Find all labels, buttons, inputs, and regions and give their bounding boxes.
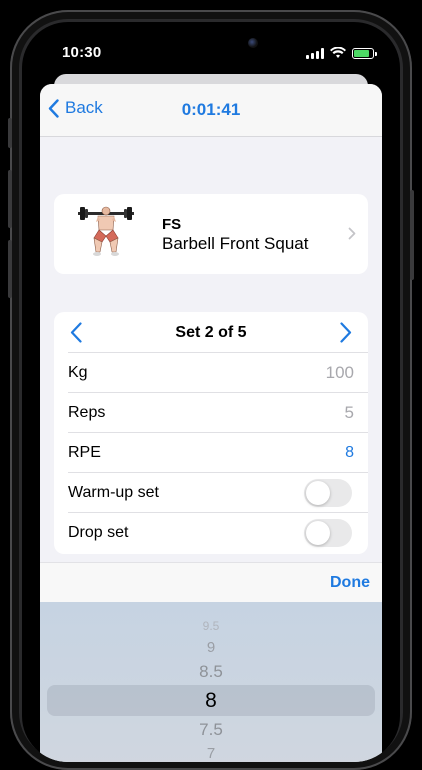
reps-row[interactable]: Reps 5 xyxy=(68,392,368,432)
picker-option[interactable]: 9.5 xyxy=(40,619,382,633)
drop-set-toggle[interactable] xyxy=(304,519,352,547)
reps-value[interactable]: 5 xyxy=(345,403,354,423)
picker-toolbar: Done xyxy=(40,562,382,603)
set-card: Set 2 of 5 Kg 100 Reps 5 RPE 8 Warm-up s… xyxy=(54,312,368,554)
exercise-name: Barbell Front Squat xyxy=(162,234,309,253)
reps-label: Reps xyxy=(68,404,106,421)
warmup-toggle[interactable] xyxy=(304,479,352,507)
wifi-icon xyxy=(330,47,346,58)
set-header: Set 2 of 5 xyxy=(54,312,368,352)
drop-set-row: Drop set xyxy=(68,512,368,552)
mute-switch xyxy=(8,118,12,148)
picker-option[interactable]: 7 xyxy=(40,745,382,762)
rpe-picker-wheel[interactable]: 9.5 9 8.5 8 7.5 7 6 xyxy=(40,602,382,762)
modal-sheet: Back 0:01:41 FS Barbell Front Squat Set … xyxy=(40,84,382,762)
done-button[interactable]: Done xyxy=(330,574,370,592)
next-set-button[interactable] xyxy=(340,322,352,343)
kg-value[interactable]: 100 xyxy=(326,363,354,383)
picker-option-selected[interactable]: 8 xyxy=(40,689,382,713)
rpe-label: RPE xyxy=(68,444,101,461)
barbell-squat-illustration xyxy=(78,206,134,256)
screen: 10:30 Back 0:01:41 FS Barbell Front Squa… xyxy=(22,22,400,762)
warmup-label: Warm-up set xyxy=(68,484,159,501)
volume-down-button xyxy=(8,240,12,298)
battery-icon xyxy=(352,47,377,59)
warmup-row: Warm-up set xyxy=(68,472,368,512)
power-button xyxy=(410,190,414,280)
kg-label: Kg xyxy=(68,364,88,381)
exercise-abbreviation: FS xyxy=(162,216,182,233)
drop-set-label: Drop set xyxy=(68,524,129,541)
chevron-right-icon xyxy=(348,227,356,240)
navigation-bar: Back 0:01:41 xyxy=(40,84,382,137)
set-title: Set 2 of 5 xyxy=(175,324,247,341)
status-bar: 10:30 xyxy=(22,22,400,78)
picker-option[interactable]: 7.5 xyxy=(40,720,382,740)
kg-row[interactable]: Kg 100 xyxy=(68,352,368,392)
status-icons xyxy=(306,46,377,60)
volume-up-button xyxy=(8,170,12,228)
exercise-card[interactable]: FS Barbell Front Squat xyxy=(54,194,368,274)
status-time: 10:30 xyxy=(62,44,102,61)
picker-option[interactable]: 9 xyxy=(40,639,382,656)
rpe-row[interactable]: RPE 8 xyxy=(68,432,368,472)
workout-timer: 0:01:41 xyxy=(181,100,241,119)
cellular-signal-icon xyxy=(306,47,324,59)
front-camera xyxy=(248,38,258,48)
rpe-value[interactable]: 8 xyxy=(345,444,354,462)
picker-option[interactable]: 8.5 xyxy=(40,662,382,682)
